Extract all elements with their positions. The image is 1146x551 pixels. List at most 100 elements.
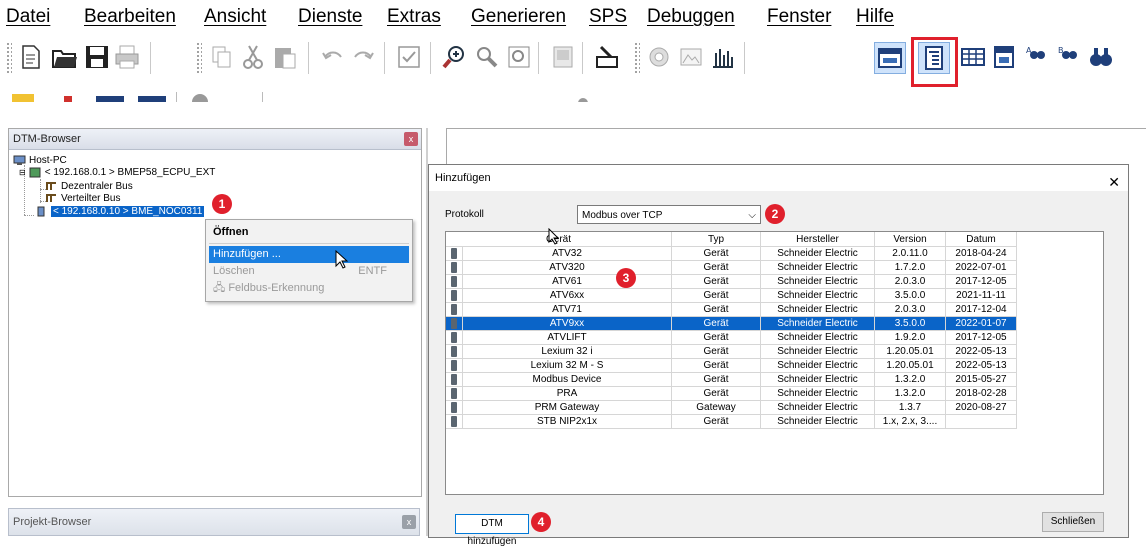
zoom-in-icon[interactable] [440,42,470,72]
menu-dienste[interactable]: Dienste [298,6,362,28]
protocol-select[interactable]: Modbus over TCP ⌵ [577,205,761,224]
menu-hilfe[interactable]: Hilfe [856,6,894,28]
toolbar-grip[interactable] [634,42,640,74]
menu-item-delete[interactable]: Löschen ENTF [209,263,409,280]
undo-icon[interactable] [318,42,348,72]
column-header[interactable]: Hersteller [760,232,875,247]
table-row[interactable]: STB NIP2x1x Gerät Schneider Electric 1.x, 2… [446,414,1017,429]
copy-icon[interactable] [206,42,236,72]
menu-generieren[interactable]: Generieren [471,6,566,28]
yellow-icon[interactable] [12,94,34,102]
menu-item-add[interactable]: Hinzufügen ... [209,246,409,263]
svg-text:B: B [1058,46,1064,55]
table-cell-version: 2.0.3.0 [874,302,946,317]
menu-item-fieldbus[interactable]: 🖧 Feldbus-Erkennung [209,280,409,297]
close-icon[interactable]: x [402,515,416,529]
checkbox-icon[interactable] [394,42,424,72]
open-folder-icon[interactable] [50,42,80,72]
table-row[interactable]: PRA Gerät Schneider Electric 1.3.2.0 2018-02… [446,386,1017,401]
table-cell-name: Modbus Device [462,372,672,387]
table-row[interactable]: ATV320 Gerät Schneider Electric 1.7.2.0 2022… [446,260,1017,275]
table-row[interactable]: Lexium 32 i Gerät Schneider Electric 1.20.0… [446,344,1017,359]
toolbar-grip[interactable] [196,42,202,74]
table-cell-date: 2022-05-13 [945,344,1017,359]
add-dtm-button[interactable]: DTM hinzufügen [455,514,529,547]
menu-sps[interactable]: SPS [589,6,627,28]
hmi-icon[interactable] [874,42,906,74]
device-icon-cell [446,316,463,331]
toolbar-separator [384,42,388,74]
table-cell-type: Gerät [671,274,761,289]
table-icon[interactable] [958,42,988,72]
tree-node-bus1[interactable]: Dezentraler Bus [45,181,133,192]
table-cell-type: Gerät [671,344,761,359]
toolbar-grip[interactable] [6,42,12,74]
table-row[interactable]: ATV71 Gerät Schneider Electric 2.0.3.0 2017-… [446,302,1017,317]
menu-ansicht[interactable]: Ansicht [204,6,266,28]
tree-node-bus2[interactable]: Verteilter Bus [45,193,120,204]
device-icon [451,401,457,413]
close-button[interactable]: Schließen [1042,512,1104,532]
globe-icon[interactable] [192,94,208,102]
table-row[interactable]: ATV32 Gerät Schneider Electric 2.0.11.0 2018… [446,246,1017,261]
tree-node-host[interactable]: Host-PC [13,155,67,166]
table-row[interactable]: ATV6xx Gerät Schneider Electric 3.5.0.0 2021… [446,288,1017,303]
table-row[interactable]: ATV9xx Gerät Schneider Electric 3.5.0.0 2022… [446,316,1017,331]
menu-fenster[interactable]: Fenster [767,6,831,28]
device-icon [451,331,457,343]
monitor-icon[interactable] [676,42,706,72]
tree-node-cpu[interactable]: ⊟ < 192.168.0.1 > BMEP58_ECPU_EXT [19,167,215,178]
table-row[interactable]: ATV61 Gerät Schneider Electric 2.0.3.0 2017-… [446,274,1017,289]
menu-extras[interactable]: Extras [387,6,441,28]
column-header[interactable]: Typ [671,232,761,247]
red-icon[interactable] [64,96,72,102]
close-icon[interactable]: ✕ [1108,169,1120,195]
table-row[interactable]: Lexium 32 M - S Gerät Schneider Electric 1.… [446,358,1017,373]
menu-item-open[interactable]: Öffnen [209,224,409,241]
dialog-titlebar: Hinzufügen ✕ [429,165,1128,191]
menu-debuggen[interactable]: Debuggen [647,6,735,28]
chart-icon[interactable] [708,42,738,72]
table-row[interactable]: Modbus Device Gerät Schneider Electric 1.3.… [446,372,1017,387]
menu-bearbeiten[interactable]: Bearbeiten [84,6,176,28]
tree-node-noc[interactable]: < 192.168.0.10 > BME_NOC0311 [35,206,205,217]
column-header[interactable]: Datum [945,232,1017,247]
blue-icon[interactable] [138,96,166,102]
table-cell-date: 2015-05-27 [945,372,1017,387]
table-cell-version: 2.0.3.0 [874,274,946,289]
new-file-icon[interactable] [16,42,46,72]
search-b-icon[interactable]: B [1054,42,1084,72]
table-cell-version: 1.20.05.01 [874,358,946,373]
table-cell-name: ATV6xx [462,288,672,303]
device-icon [451,261,457,273]
highlight-frame [911,37,958,87]
find-icon[interactable] [472,42,502,72]
blue-icon[interactable] [96,96,124,102]
save-icon[interactable] [82,42,112,72]
column-header[interactable]: Version [874,232,946,247]
print-icon[interactable] [112,42,142,72]
table-row[interactable]: PRM Gateway Gateway Schneider Electric 1.3.… [446,400,1017,415]
menu-datei[interactable]: Datei [6,6,50,28]
redo-icon[interactable] [348,42,378,72]
device-icon-cell [446,288,463,303]
grid-icon[interactable] [548,42,578,72]
dialog-title: Hinzufügen [435,172,491,184]
binoculars-icon[interactable] [1086,42,1116,72]
project-browser-bar[interactable]: Projekt-Browser x [8,508,420,536]
table-cell-name: PRA [462,386,672,401]
paste-icon[interactable] [270,42,300,72]
build-icon[interactable] [592,42,622,72]
find-replace-icon[interactable] [504,42,534,72]
table-header: Gerät Typ Hersteller Version Datum [446,232,1017,247]
svg-text:A: A [1026,46,1032,55]
close-icon[interactable]: x [404,132,418,146]
fieldbus-icon: 🖧 [213,282,226,294]
table-row[interactable]: ATVLIFT Gerät Schneider Electric 1.9.2.0 201… [446,330,1017,345]
plc-icon[interactable] [644,42,674,72]
network-icon[interactable] [990,42,1020,72]
cut-icon[interactable] [238,42,268,72]
device-icon-cell [446,260,463,275]
collapse-icon[interactable]: ⊟ [19,168,26,177]
search-a-icon[interactable]: A [1022,42,1052,72]
